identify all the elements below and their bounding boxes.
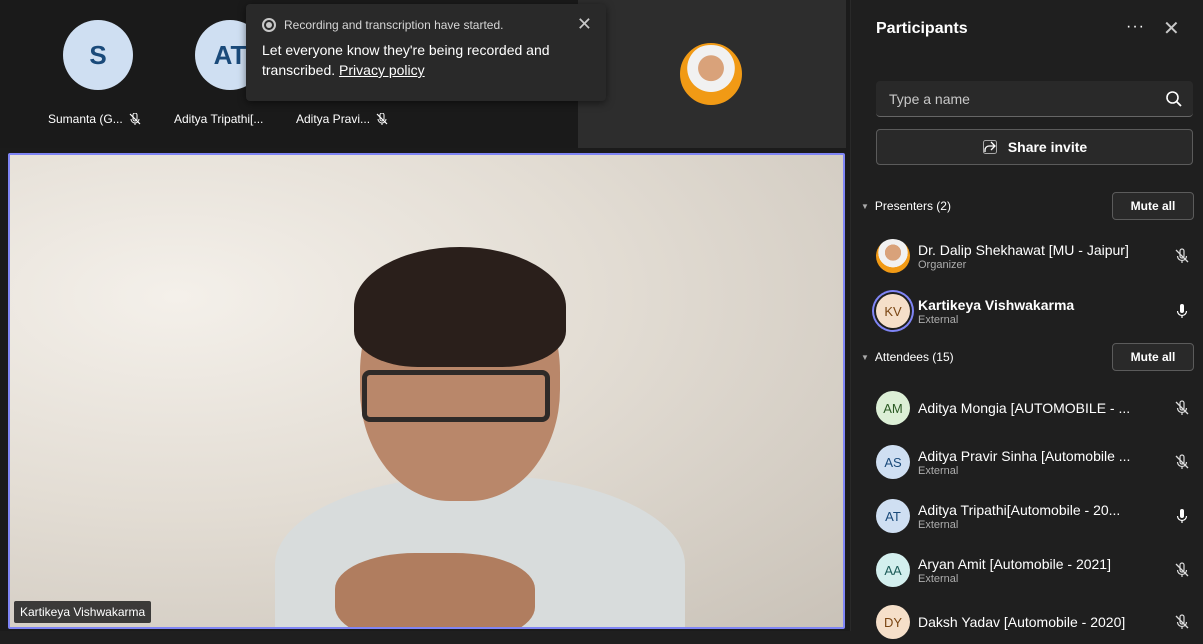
mic-on-icon xyxy=(1176,509,1188,523)
attendees-heading: Attendees (15) xyxy=(874,350,954,364)
search-input[interactable] xyxy=(876,81,1156,117)
share-invite-button[interactable]: Share invite xyxy=(876,129,1193,165)
recording-notification: Recording and transcription have started… xyxy=(246,4,606,101)
avatar: AT xyxy=(876,499,910,533)
avatar: KV xyxy=(876,294,910,328)
main-video[interactable]: Kartikeya Vishwakarma xyxy=(8,153,845,629)
avatar: S xyxy=(63,20,133,90)
participant-role: External xyxy=(918,313,959,326)
participant-role: External xyxy=(918,464,959,477)
participant-role: External xyxy=(918,518,959,531)
avatar: AA xyxy=(876,553,910,587)
tile-name: Aditya Pravi... xyxy=(296,112,371,126)
mic-off-icon xyxy=(1175,454,1189,469)
recording-status: Recording and transcription have started… xyxy=(284,18,504,32)
avatar: AS xyxy=(876,445,910,479)
participant-name: Aryan Amit [Automobile - 2021] xyxy=(918,555,1111,572)
participant-row[interactable]: AT Aditya Tripathi[Automobile - 20... Ex… xyxy=(876,494,1196,538)
speaker-glasses xyxy=(362,370,550,422)
privacy-policy-link[interactable]: Privacy policy xyxy=(339,62,425,78)
mic-off-icon xyxy=(376,113,388,125)
share-invite-label: Share invite xyxy=(1007,139,1088,155)
participant-row[interactable]: AA Aryan Amit [Automobile - 2021] Extern… xyxy=(876,548,1196,592)
participant-row[interactable]: AS Aditya Pravir Sinha [Automobile ... E… xyxy=(876,440,1196,484)
presenters-section[interactable]: ▼ Presenters (2) Mute all xyxy=(861,192,1194,220)
participant-name: Aditya Tripathi[Automobile - 20... xyxy=(918,501,1121,518)
close-panel-icon[interactable]: ✕ xyxy=(1163,16,1180,41)
self-view-tile[interactable] xyxy=(578,0,846,148)
attendees-section[interactable]: ▼ Attendees (15) Mute all xyxy=(861,343,1194,371)
participant-row[interactable]: DY Daksh Yadav [Automobile - 2020] xyxy=(876,600,1196,644)
share-icon xyxy=(982,140,997,154)
mic-off-icon xyxy=(1175,614,1189,629)
meeting-stage: S Sumanta (G... AT Aditya Tripathi[... A… xyxy=(0,0,850,631)
close-icon[interactable]: ✕ xyxy=(577,14,592,35)
chevron-down-icon: ▼ xyxy=(861,352,869,362)
search-icon[interactable] xyxy=(1165,90,1183,108)
mic-on-icon xyxy=(1176,304,1188,318)
mic-off-icon xyxy=(1175,400,1189,415)
participant-row[interactable]: Dr. Dalip Shekhawat [MU - Jaipur] Organi… xyxy=(876,234,1196,278)
organizer-avatar xyxy=(680,43,742,105)
avatar xyxy=(876,239,910,273)
participant-row[interactable]: KV Kartikeya Vishwakarma External xyxy=(876,289,1196,333)
avatar: AM xyxy=(876,391,910,425)
participant-search[interactable] xyxy=(876,81,1193,117)
participant-name: Dr. Dalip Shekhawat [MU - Jaipur] xyxy=(918,241,1129,258)
mute-all-attendees-button[interactable]: Mute all xyxy=(1112,343,1194,371)
mic-off-icon xyxy=(129,113,141,125)
speaker-name-tag: Kartikeya Vishwakarma xyxy=(14,601,152,623)
avatar: DY xyxy=(876,605,910,639)
participant-name: Aditya Mongia [AUTOMOBILE - ... xyxy=(918,400,1131,416)
speaker-hair xyxy=(354,247,566,367)
gallery-tile[interactable]: S Sumanta (G... xyxy=(38,8,158,138)
presenters-heading: Presenters (2) xyxy=(874,199,951,213)
panel-title: Participants xyxy=(876,20,968,37)
chevron-down-icon: ▼ xyxy=(861,201,869,211)
tile-name: Sumanta (G... xyxy=(48,112,123,126)
mic-off-icon xyxy=(1175,562,1189,577)
participant-row[interactable]: AM Aditya Mongia [AUTOMOBILE - ... xyxy=(876,386,1196,430)
mic-off-icon xyxy=(1175,248,1189,263)
mute-all-presenters-button[interactable]: Mute all xyxy=(1112,192,1194,220)
tile-name: Aditya Tripathi[... xyxy=(174,112,264,126)
participant-role: External xyxy=(918,572,959,585)
participant-name: Aditya Pravir Sinha [Automobile ... xyxy=(918,447,1131,464)
participant-role: Organizer xyxy=(918,258,967,271)
participant-name: Daksh Yadav [Automobile - 2020] xyxy=(918,614,1126,630)
participant-name: Kartikeya Vishwakarma xyxy=(918,296,1075,313)
speaker-hands xyxy=(335,553,535,627)
participants-panel: Participants ··· ✕ Share invite ▼ Presen… xyxy=(850,0,1203,639)
recording-icon xyxy=(262,18,276,32)
more-options-icon[interactable]: ··· xyxy=(1126,18,1145,36)
